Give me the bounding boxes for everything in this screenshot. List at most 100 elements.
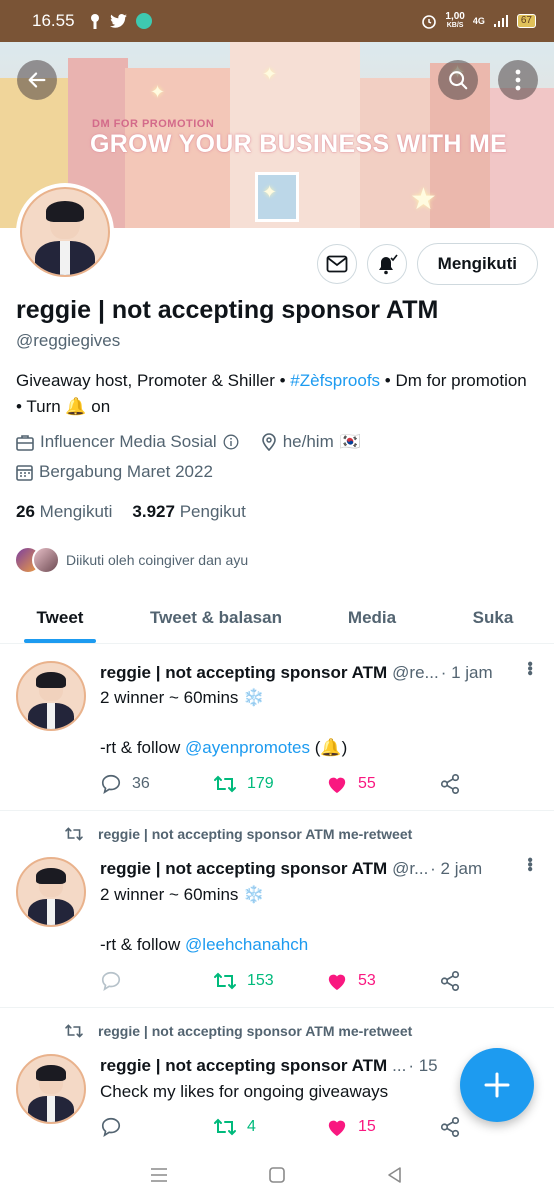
tweet-author-handle: ... xyxy=(392,1056,407,1075)
retweet-count: 179 xyxy=(247,775,274,792)
reply-button[interactable]: 36 xyxy=(100,773,213,795)
status-bar: 16.55 1,00 KB/S 4G 67 xyxy=(0,0,554,42)
home-square-icon[interactable] xyxy=(268,1166,286,1184)
reply-icon xyxy=(101,1117,121,1138)
tab-likes[interactable]: Suka xyxy=(432,592,554,643)
bio-text: Giveaway host, Promoter & Shiller • xyxy=(16,371,291,390)
retweet-button[interactable]: 153 xyxy=(213,971,326,991)
bell-check-icon xyxy=(378,254,398,275)
calendar-icon xyxy=(16,464,33,481)
message-button[interactable] xyxy=(316,244,357,284)
share-button[interactable] xyxy=(439,773,469,795)
reply-count: 36 xyxy=(132,775,150,792)
tweet-avatar[interactable] xyxy=(16,661,86,731)
retweet-button[interactable]: 179 xyxy=(213,774,326,794)
share-button[interactable] xyxy=(439,970,469,992)
share-button[interactable] xyxy=(439,1116,469,1138)
notifications-button[interactable] xyxy=(366,244,407,284)
tweet-time: · 1 jam xyxy=(440,663,493,682)
tweet-header: reggie | not accepting sponsor ATM ... ·… xyxy=(100,1056,510,1076)
tweet-more-button[interactable]: ••• xyxy=(521,857,538,871)
reply-button[interactable] xyxy=(100,970,213,992)
like-button[interactable]: 53 xyxy=(326,971,439,991)
tweet-actions: 4 15 xyxy=(100,1116,470,1138)
flag-icon: 🇰🇷 xyxy=(339,432,361,451)
tweet-time: · 2 jam xyxy=(430,859,483,878)
profile-bio: Giveaway host, Promoter & Shiller • #Zèf… xyxy=(16,368,536,420)
tweet-item[interactable]: reggie | not accepting sponsor ATM @re..… xyxy=(0,645,554,811)
tab-tweet-replies[interactable]: Tweet & balasan xyxy=(120,592,312,643)
back-button[interactable] xyxy=(17,60,57,100)
profile-handle: @reggiegives xyxy=(16,331,121,350)
followers-label: Pengikut xyxy=(179,502,246,521)
tweet-mention-link[interactable]: @leehchanahch xyxy=(185,935,308,954)
menu-icon[interactable] xyxy=(150,1167,168,1183)
heart-icon xyxy=(328,777,346,794)
twitter-icon xyxy=(109,14,127,28)
tweet-item[interactable]: reggie | not accepting sponsor ATM me-re… xyxy=(0,811,554,1008)
profile-avatar[interactable] xyxy=(16,183,114,281)
retweet-icon xyxy=(214,1118,236,1136)
more-options-button[interactable] xyxy=(498,60,538,100)
bio-hashtag-link[interactable]: #Zèfsproofs xyxy=(290,371,380,390)
profile-joined-date: Bergabung Maret 2022 xyxy=(39,462,213,481)
tweet-line: 2 winner ~ 60mins ❄️ xyxy=(100,885,265,904)
reply-button[interactable] xyxy=(100,1116,213,1138)
banner-headline: GROW YOUR BUSINESS WITH ME xyxy=(90,130,508,158)
more-vertical-icon xyxy=(515,69,521,91)
followed-by-row[interactable]: Diikuti oleh coingiver dan ayu xyxy=(14,546,248,574)
briefcase-icon xyxy=(16,434,34,451)
back-triangle-icon[interactable] xyxy=(386,1166,404,1184)
profile-stats: 26 Mengikuti 3.927 Pengikut xyxy=(16,502,246,522)
heart-icon xyxy=(328,974,346,991)
location-pin-icon xyxy=(261,433,276,451)
network-type: 4G xyxy=(472,16,485,26)
info-icon[interactable] xyxy=(223,434,239,450)
net-speed-unit: KB/S xyxy=(446,22,464,29)
tweet-more-button[interactable]: ••• xyxy=(521,661,538,675)
profile-pronouns: he/him xyxy=(282,432,334,451)
following-count-link[interactable]: 26 Mengikuti xyxy=(16,502,112,522)
mail-icon xyxy=(326,255,348,273)
tab-tweet[interactable]: Tweet xyxy=(0,592,120,643)
tweet-line: (🔔) xyxy=(310,738,348,757)
tweet-actions: 36 179 55 xyxy=(100,773,470,795)
tweet-mention-link[interactable]: @ayenpromotes xyxy=(185,738,310,757)
heart-icon xyxy=(328,1120,346,1137)
tweet-text: 2 winner ~ 60mins ❄️ -rt & follow @leehc… xyxy=(100,882,308,957)
like-button[interactable]: 15 xyxy=(326,1117,439,1137)
share-icon xyxy=(440,774,460,794)
tweet-line: Check my likes for ongoing giveaways xyxy=(100,1082,389,1101)
profile-joined-row: Bergabung Maret 2022 xyxy=(16,462,213,482)
tweet-text: 2 winner ~ 60mins ❄️ -rt & follow @ayenp… xyxy=(100,685,347,760)
profile-actions: Mengikuti xyxy=(316,243,538,285)
retweet-count: 4 xyxy=(247,1118,256,1135)
retweet-indicator-icon xyxy=(65,1024,83,1038)
tweet-header: reggie | not accepting sponsor ATM @re..… xyxy=(100,663,510,683)
net-speed: 1,00 KB/S xyxy=(445,12,464,30)
follower-avatar xyxy=(32,546,60,574)
tweet-author-name: reggie | not accepting sponsor ATM xyxy=(100,663,388,682)
tweet-avatar[interactable] xyxy=(16,1054,86,1124)
followers-count-link[interactable]: 3.927 Pengikut xyxy=(132,502,245,522)
tweet-avatar[interactable] xyxy=(16,857,86,927)
followed-by-text: Diikuti oleh coingiver dan ayu xyxy=(66,552,249,568)
retweet-icon xyxy=(214,972,236,990)
following-button[interactable]: Mengikuti xyxy=(416,243,538,285)
tab-media[interactable]: Media xyxy=(312,592,432,643)
profile-meta-row: Influencer Media Sosial he/him 🇰🇷 xyxy=(16,432,361,452)
compose-tweet-button[interactable] xyxy=(460,1048,534,1122)
search-button[interactable] xyxy=(438,60,478,100)
key-icon xyxy=(90,13,99,29)
retweet-indicator-text: reggie | not accepting sponsor ATM me-re… xyxy=(98,826,413,842)
retweet-count: 153 xyxy=(247,972,274,989)
banner-subtitle: DM FOR PROMOTION xyxy=(92,118,215,130)
retweet-button[interactable]: 4 xyxy=(213,1117,326,1137)
alarm-icon xyxy=(422,15,437,29)
tweet-time: · 15 xyxy=(408,1056,438,1075)
profile-category: Influencer Media Sosial xyxy=(40,432,217,451)
like-button[interactable]: 55 xyxy=(326,774,439,794)
back-arrow-icon xyxy=(28,72,46,88)
share-icon xyxy=(440,1117,460,1137)
battery-icon: 67 xyxy=(516,14,536,28)
